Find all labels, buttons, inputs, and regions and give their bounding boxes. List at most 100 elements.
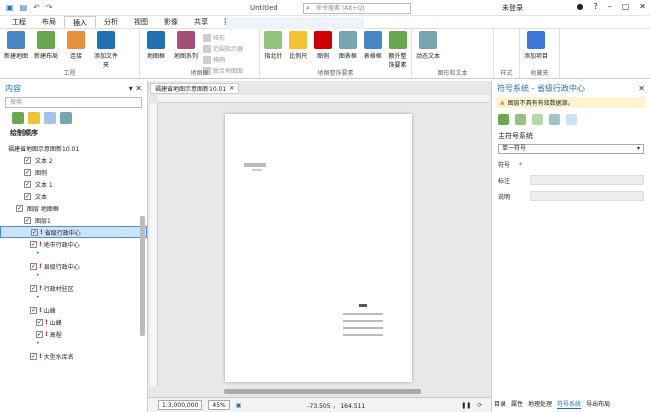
tab-5[interactable]: 影像 — [156, 16, 186, 28]
scale-range-icon[interactable] — [566, 114, 577, 125]
pane-tab-4[interactable]: 导出布局 — [586, 399, 610, 409]
refresh-icon[interactable]: ⟳ — [477, 402, 482, 409]
visibility-checkbox[interactable]: ✓ — [30, 240, 37, 248]
advanced-symbology-icon[interactable] — [532, 114, 543, 125]
tab-2[interactable]: 插入 — [64, 16, 96, 28]
visibility-checkbox[interactable]: ✓ — [30, 284, 37, 292]
visibility-checkbox[interactable]: ✓ — [30, 262, 37, 270]
symbology-dropdown[interactable]: 单一符号 ▾ — [498, 144, 644, 154]
vary-symbology-icon[interactable] — [515, 114, 526, 125]
draw-order-icon[interactable] — [12, 112, 24, 124]
command-search-input[interactable]: ⌕ 命令搜索 (Alt+Q) — [303, 3, 411, 14]
ribbon-icon — [177, 31, 195, 49]
ribbon-small-button-1[interactable]: 范围指示器 — [203, 44, 243, 53]
editing-icon[interactable] — [60, 112, 72, 124]
tab-1[interactable]: 布局 — [34, 16, 64, 28]
zoom-selector[interactable]: 45% — [208, 400, 230, 410]
save-icon[interactable]: ▣ — [6, 3, 14, 12]
tab-4[interactable]: 视图 — [126, 16, 156, 28]
layer-item[interactable]: ✓! 县级行政中心 — [0, 260, 147, 272]
ribbon-small-button-2[interactable]: 格网 — [203, 55, 243, 64]
layer-item[interactable]: ✓ 图层 地图框 — [0, 202, 147, 214]
visibility-checkbox[interactable]: ✓ — [24, 216, 31, 224]
layout-tab[interactable]: 福建省地图示意图新10.01 ✕ — [150, 83, 240, 94]
broken-source-icon: ! — [45, 330, 48, 338]
layer-item[interactable]: 福建省地图示意图新10.01 — [0, 142, 147, 154]
description-input[interactable] — [530, 191, 644, 201]
scrollbar[interactable] — [140, 216, 145, 336]
layer-name: 图层 地图框 — [27, 205, 59, 213]
ribbon-icon — [527, 31, 545, 49]
scale-selector[interactable]: 1:3,000,000 — [158, 400, 203, 410]
ribbon-button-label: 新建地图 — [3, 53, 28, 60]
close-button[interactable]: ✕ — [639, 2, 646, 11]
layer-item[interactable]: ✓ 图例 — [0, 166, 147, 178]
tab-0[interactable]: 工程 — [4, 16, 34, 28]
redo-icon[interactable]: ↷ — [46, 3, 53, 12]
help-icon[interactable]: ? — [593, 2, 597, 11]
layer-item[interactable]: ✓! 省级行政中心 — [0, 226, 147, 238]
layer-item[interactable]: ✓! 山峰 — [0, 304, 147, 316]
ribbon: 新建地图 新建布局 连接 添加文件夹 工程 地图框 地图系列 矩形 范围指示器 格网 联合地图图 地图… — [0, 29, 650, 79]
layer-item[interactable]: ✓ 文本 2 — [0, 154, 147, 166]
tab-6[interactable]: 共享 — [186, 16, 216, 28]
page-subtitle-text[interactable] — [252, 169, 262, 171]
layer-item[interactable]: ✓! 山峰 — [0, 316, 147, 328]
tab-3[interactable]: 分析 — [96, 16, 126, 28]
visibility-checkbox[interactable]: ✓ — [30, 306, 37, 314]
label-input[interactable] — [530, 175, 644, 185]
ribbon-button-label: 比例尺 — [289, 53, 308, 60]
visibility-checkbox[interactable]: ✓ — [24, 168, 31, 176]
layout-page[interactable] — [225, 114, 412, 382]
layout-view: 福建省地图示意图新10.01 ✕ 1:3,000,000 45% ▣ -73.5… — [148, 81, 491, 412]
layer-item[interactable]: ✓! 高程 — [0, 328, 147, 340]
contents-search-input[interactable]: 搜索 — [5, 97, 142, 108]
pause-icon[interactable]: ❚❚ — [461, 402, 471, 409]
visibility-checkbox[interactable]: ✓ — [36, 330, 43, 338]
ribbon-button-label: 表格框 — [363, 53, 382, 60]
login-status[interactable]: 未登录 — [502, 3, 523, 13]
symbol-preview-dot: • — [36, 250, 40, 257]
ribbon-icon — [419, 31, 437, 49]
selection-icon[interactable] — [44, 112, 56, 124]
pane-tab-0[interactable]: 目录 — [494, 399, 506, 409]
primary-symbology-icon[interactable] — [498, 114, 509, 125]
horizontal-ruler — [158, 95, 489, 103]
pane-tab-2[interactable]: 地理处理 — [528, 399, 552, 409]
visibility-checkbox[interactable]: ✓ — [24, 156, 31, 164]
masking-icon[interactable] — [549, 114, 560, 125]
notification-icon[interactable]: ● — [577, 2, 584, 11]
label-label: 标注 — [498, 177, 511, 185]
ribbon-icon — [388, 31, 407, 49]
visibility-checkbox[interactable]: ✓ — [31, 228, 38, 236]
layer-item[interactable]: ✓! 地市行政中心 — [0, 238, 147, 250]
maximize-button[interactable]: ▢ — [622, 2, 630, 11]
layer-item[interactable]: ✓! 行政村驻区 — [0, 282, 147, 294]
open-icon[interactable]: ▤ — [20, 3, 28, 12]
symbol-preview-dot: • — [36, 294, 40, 301]
layer-item[interactable]: ✓ 图层1 — [0, 214, 147, 226]
visibility-checkbox[interactable]: ✓ — [30, 352, 37, 360]
zoom-icon[interactable]: ▣ — [236, 402, 242, 409]
symbol-swatch[interactable]: ✦ — [518, 161, 523, 168]
horizontal-scrollbar[interactable] — [224, 389, 421, 394]
visibility-checkbox[interactable]: ✓ — [36, 318, 43, 326]
pane-tab-1[interactable]: 属性 — [511, 399, 523, 409]
layer-item[interactable]: ✓ 文本 — [0, 190, 147, 202]
close-icon[interactable]: ✕ — [229, 85, 234, 92]
visibility-checkbox[interactable]: ✓ — [16, 204, 23, 212]
visibility-checkbox[interactable]: ✓ — [24, 192, 31, 200]
layer-item[interactable]: ✓! 大型水库名 — [0, 350, 147, 362]
symbol-preview-dot: • — [36, 272, 40, 279]
legend-element[interactable] — [343, 304, 383, 344]
undo-icon[interactable]: ↶ — [33, 3, 40, 12]
page-title-text[interactable] — [244, 163, 266, 167]
layer-item[interactable]: ✓ 文本 1 — [0, 178, 147, 190]
minimize-button[interactable]: – — [608, 2, 612, 11]
pane-close-icon[interactable]: ✕ — [638, 84, 645, 93]
source-icon[interactable] — [28, 112, 40, 124]
pane-options-icon[interactable]: ▾ ✕ — [129, 84, 142, 93]
pane-tab-3[interactable]: 符号系统 — [557, 399, 582, 409]
visibility-checkbox[interactable]: ✓ — [24, 180, 31, 188]
ribbon-small-button-0[interactable]: 矩形 — [203, 33, 243, 42]
